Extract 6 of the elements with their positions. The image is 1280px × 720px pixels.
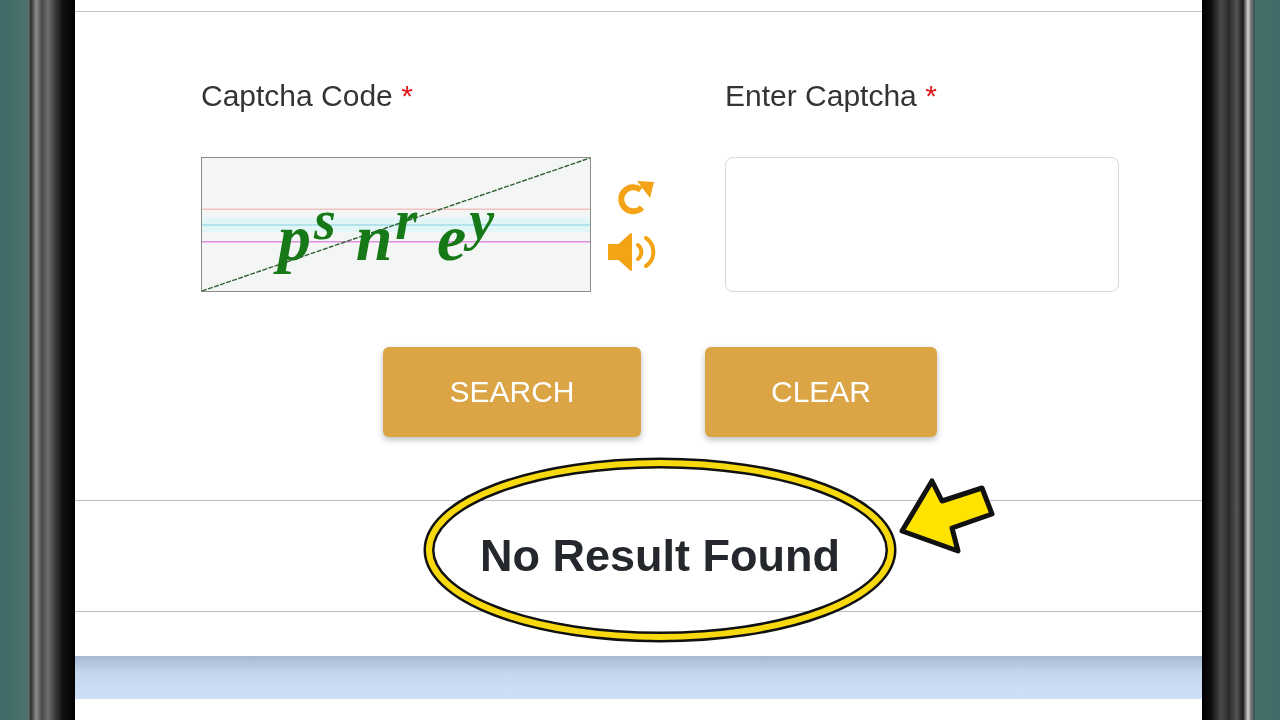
input-field[interactable] xyxy=(725,157,1119,292)
result-message: No Result Found xyxy=(480,530,840,582)
field-label: Enter Captcha * xyxy=(725,79,938,113)
field-label: Captcha Code * xyxy=(201,79,414,113)
clear-button[interactable]: CLEAR xyxy=(705,347,937,437)
search-button[interactable]: SEARCH xyxy=(383,347,641,437)
